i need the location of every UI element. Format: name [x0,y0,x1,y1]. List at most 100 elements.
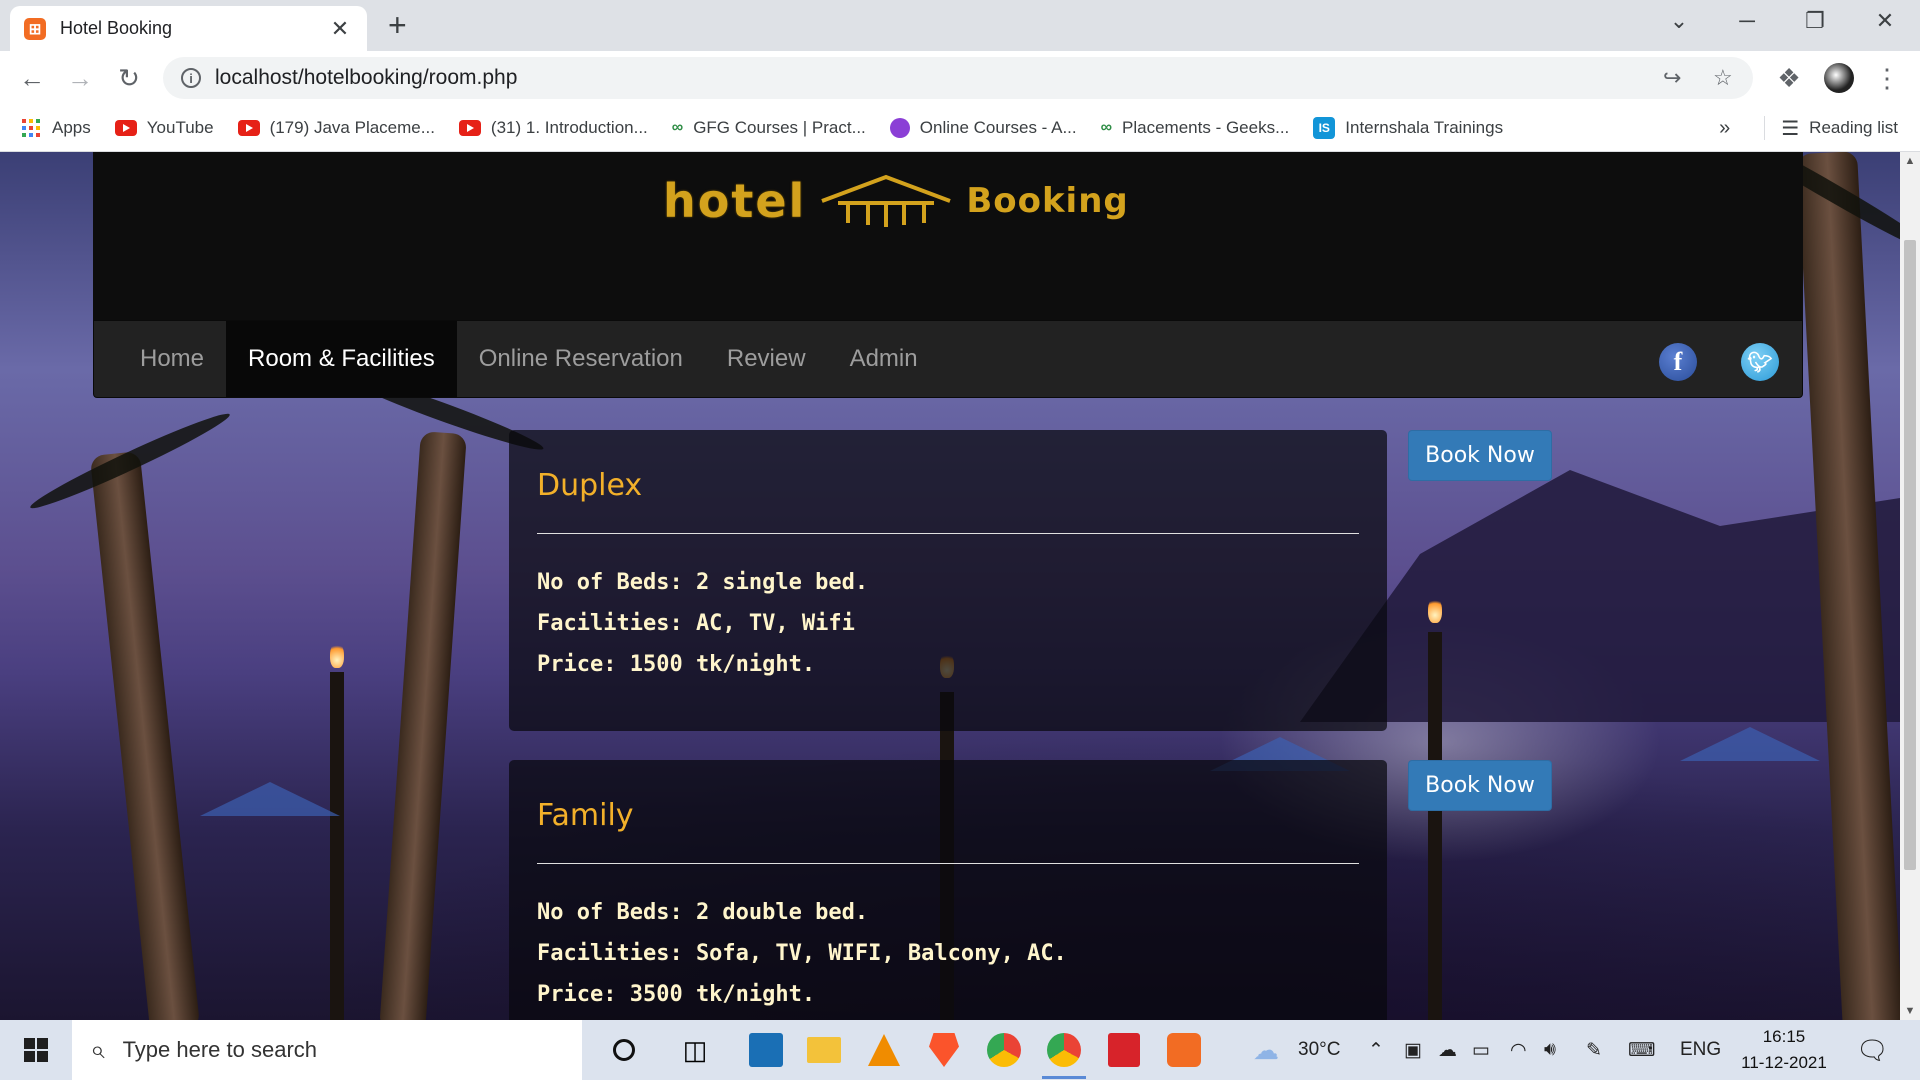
torch-flame [330,642,344,668]
background-palm-trunk [89,450,201,1020]
vlc-icon[interactable] [862,1028,906,1072]
chrome-icon[interactable] [1042,1028,1086,1072]
volume-icon[interactable]: 🔊︎ [1544,1020,1556,1080]
nav-review[interactable]: Review [705,321,828,397]
pen-icon[interactable]: ✎ [1586,1020,1602,1080]
book-now-button-duplex[interactable]: Book Now [1408,430,1552,481]
chrome-profile-icon[interactable] [982,1028,1026,1072]
room-card-duplex: Duplex No of Beds: 2 single bed. Facilit… [509,430,1387,731]
background-torch [1428,632,1442,1020]
nav-admin[interactable]: Admin [828,321,940,397]
brave-browser-icon[interactable] [922,1028,966,1072]
bookmark-youtube[interactable]: YouTube [114,117,214,138]
bookmark-label: GFG Courses | Pract... [693,117,866,137]
task-view-icon[interactable]: ◫ [673,1028,717,1072]
new-tab-button[interactable]: + [388,8,407,42]
room-price: Price: 1500 tk/night. [537,652,816,677]
minimize-button[interactable]: ─ [1713,0,1781,42]
bookmark-java-placement[interactable]: (179) Java Placeme... [237,118,435,138]
acrobat-reader-icon[interactable] [1102,1028,1146,1072]
input-language[interactable]: ENG [1680,1020,1721,1080]
hotel-roof-logo-icon [821,174,952,227]
bookmark-placements-geeks[interactable]: ∞ Placements - Geeks... [1101,118,1290,138]
share-icon[interactable]: ↪ [1663,57,1681,99]
dell-app-icon[interactable] [744,1028,788,1072]
torch-flame [1428,597,1442,623]
cortana-icon[interactable] [602,1028,646,1072]
youtube-icon [458,119,481,136]
bookmark-label: (31) 1. Introduction... [490,117,648,137]
nav-home[interactable]: Home [94,321,226,397]
clock-time: 16:15 [1762,1027,1806,1046]
clock-date: 11-12-2021 [1741,1053,1827,1072]
site-logo[interactable]: hotel Booking [663,166,1129,236]
back-arrow-icon[interactable]: ← [13,59,51,97]
tab-search-chevron-icon[interactable]: ⌄ [1645,0,1713,42]
tab-hotel-booking[interactable]: ⊞ Hotel Booking ✕ [10,6,367,51]
logo-text-booking: Booking [966,181,1129,221]
url-text[interactable]: localhost/hotelbooking/room.php [215,66,517,90]
bookmark-label: YouTube [146,117,214,137]
bookmark-online-courses[interactable]: Online Courses - A... [889,117,1077,138]
youtube-icon [114,119,137,136]
scroll-down-arrow-icon[interactable]: ▼ [1900,1002,1920,1020]
close-window-button[interactable]: ✕ [1851,0,1919,42]
battery-icon[interactable]: ▭ [1472,1020,1490,1080]
weather-cloud-icon[interactable]: ☁ [1253,1020,1279,1080]
search-icon: ⌕ [90,1034,105,1064]
site-info-icon[interactable]: i [181,68,201,88]
bookmark-gfg-courses[interactable]: ∞ GFG Courses | Pract... [672,118,866,138]
address-bar[interactable]: i localhost/hotelbooking/room.php ↪ ☆ [163,57,1753,99]
online-courses-icon [889,117,910,138]
touch-keyboard-icon[interactable]: ⌨ [1628,1020,1655,1080]
internshala-icon: IS [1313,116,1336,139]
bookmark-star-icon[interactable]: ☆ [1713,57,1733,99]
tab-title: Hotel Booking [60,18,173,38]
bookmark-internshala[interactable]: IS Internshala Trainings [1313,116,1504,139]
forward-arrow-icon[interactable]: → [61,59,99,97]
youtube-icon [237,119,260,136]
tab-close-icon[interactable]: ✕ [327,16,353,42]
profile-avatar[interactable] [1820,59,1858,97]
bookmark-apps[interactable]: Apps [22,118,91,138]
onedrive-cloud-icon[interactable]: ☁ [1438,1020,1457,1080]
file-explorer-icon[interactable] [802,1028,846,1072]
logo-text-hotel: hotel [663,174,807,228]
scroll-up-arrow-icon[interactable]: ▲ [1900,152,1920,170]
page-scrollbar[interactable]: ▲ ▼ [1900,152,1920,1020]
bookmarks-bar: Apps YouTube (179) Java Placeme... (31) … [0,104,1920,152]
nav-room-facilities[interactable]: Room & Facilities [226,321,457,397]
reading-list-label[interactable]: Reading list [1809,118,1898,138]
room-beds: No of Beds: 2 single bed. [537,570,869,595]
wifi-icon[interactable]: ◠ [1510,1020,1527,1080]
gfg-icon: ∞ [1100,118,1113,136]
bookmark-introduction[interactable]: (31) 1. Introduction... [458,117,648,138]
site-header: hotel Booking [93,152,1803,320]
menu-kebab-icon[interactable]: ⋮ [1868,59,1906,97]
background-palm-trunk [379,431,467,1020]
nav-online-reservation[interactable]: Online Reservation [457,321,705,397]
apps-grid-icon [22,118,40,137]
room-facilities: Facilities: AC, TV, Wifi [537,611,855,636]
restore-button[interactable]: ❐ [1781,0,1849,42]
bookmark-label: Internshala Trainings [1345,117,1504,137]
facebook-icon[interactable]: f [1659,343,1697,381]
weather-temperature[interactable]: 30°C [1298,1020,1340,1080]
bookmarks-overflow-icon[interactable]: » [1719,117,1730,140]
bookmark-label: Placements - Geeks... [1122,117,1290,137]
room-card-family: Family No of Beds: 2 double bed. Facilit… [509,760,1387,1020]
show-hidden-icons-chevron[interactable]: ⌃ [1368,1020,1384,1080]
notification-center-icon[interactable]: 🗨︎ [1856,1020,1889,1080]
reading-list-icon[interactable]: ☰ [1781,116,1799,141]
reload-icon[interactable]: ↻ [110,59,148,97]
scrollbar-thumb[interactable] [1904,240,1916,870]
xampp-icon[interactable] [1162,1028,1206,1072]
windows-logo-icon [24,1038,48,1062]
start-button[interactable] [0,1020,72,1080]
taskbar-clock[interactable]: 16:15 11-12-2021 [1736,1024,1832,1076]
meet-now-icon[interactable]: ▣ [1404,1020,1422,1080]
taskbar-search-box[interactable]: ⌕ Type here to search [72,1020,582,1080]
extensions-puzzle-icon[interactable]: ❖ [1770,59,1808,97]
book-now-button-family[interactable]: Book Now [1408,760,1552,811]
twitter-icon[interactable]: 🐦︎ [1741,343,1779,381]
